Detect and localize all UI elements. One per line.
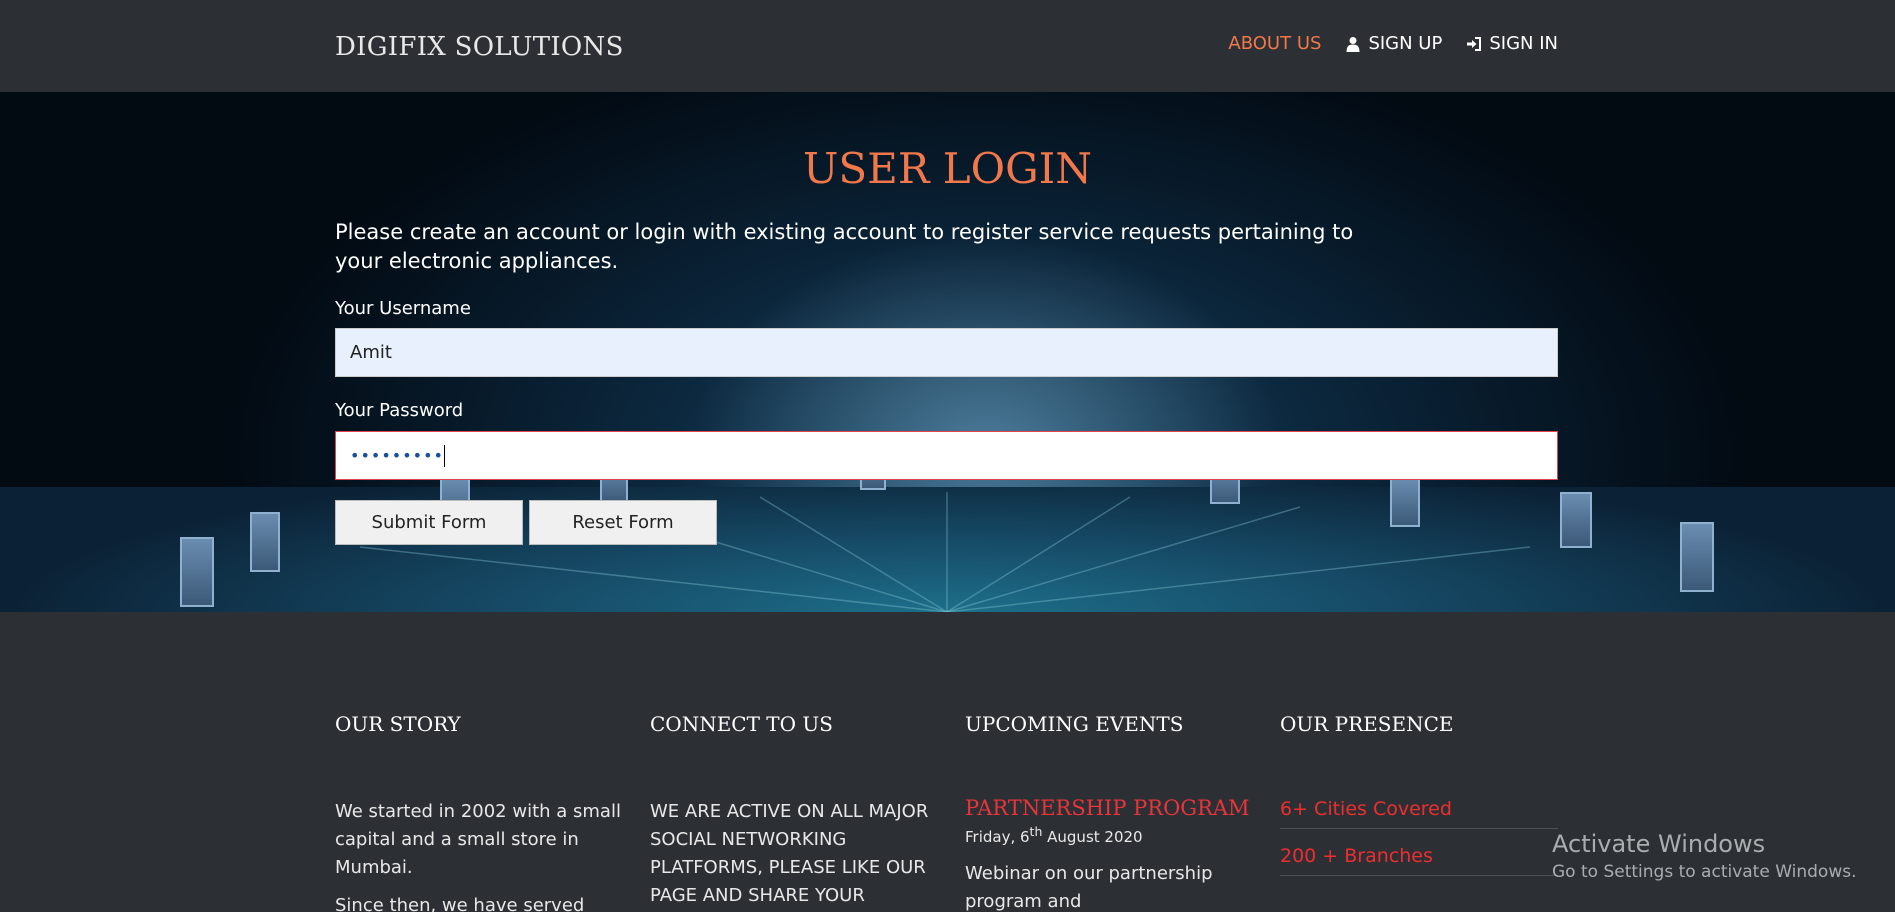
user-icon	[1346, 36, 1360, 52]
monitor-graphic	[1680, 522, 1714, 592]
hero-banner: USER LOGIN Please create an account or l…	[0, 92, 1895, 612]
event-date-month-year: August 2020	[1042, 828, 1143, 846]
monitor-graphic	[1560, 492, 1592, 548]
connect-text: WE ARE ACTIVE ON ALL MAJOR SOCIAL NETWOR…	[650, 801, 929, 906]
nav-sign-in-label: SIGN IN	[1489, 33, 1558, 54]
story-text: We started in 2002 with a small capital …	[335, 801, 621, 878]
password-input[interactable]: •••••••••	[335, 431, 1558, 480]
footer-connect: CONNECT TO US WE ARE ACTIVE ON ALL MAJOR…	[650, 712, 940, 910]
text-caret	[443, 444, 445, 467]
username-label: Your Username	[335, 298, 471, 319]
presence-item[interactable]: 200 + Branches	[1280, 837, 1558, 876]
footer-heading: UPCOMING EVENTS	[965, 712, 1184, 736]
event-title[interactable]: PARTNERSHIP PROGRAM	[965, 796, 1255, 820]
footer-heading: OUR STORY	[335, 712, 461, 736]
nav-links: ABOUT US SIGN UP SIGN IN	[1228, 33, 1558, 54]
monitor-graphic	[1390, 477, 1420, 527]
presence-item[interactable]: 6+ Cities Covered	[1280, 790, 1558, 829]
hero-network-lines	[359, 492, 1531, 612]
submit-button[interactable]: Submit Form	[335, 500, 523, 545]
nav-sign-up-link[interactable]: SIGN UP	[1345, 33, 1442, 54]
navbar: DIGIFIX SOLUTIONS ABOUT US SIGN UP SIGN …	[0, 0, 1895, 92]
event-description: Webinar on our partnership program and	[965, 863, 1213, 912]
watermark-subtitle: Go to Settings to activate Windows.	[1552, 862, 1857, 882]
reset-button[interactable]: Reset Form	[529, 500, 717, 545]
nav-sign-in-link[interactable]: SIGN IN	[1466, 33, 1558, 54]
password-value: •••••••••	[350, 446, 444, 465]
footer-events: UPCOMING EVENTS PARTNERSHIP PROGRAM Frid…	[965, 712, 1255, 912]
monitor-graphic	[250, 512, 280, 572]
event-date-ordinal: th	[1029, 824, 1043, 839]
windows-activation-watermark: Activate Windows Go to Settings to activ…	[1552, 830, 1857, 882]
footer-presence: OUR PRESENCE 6+ Cities Covered 200 + Bra…	[1280, 712, 1570, 876]
page-title: USER LOGIN	[802, 144, 1093, 193]
footer-our-story: OUR STORY We started in 2002 with a smal…	[335, 712, 625, 912]
username-value: Amit	[350, 342, 392, 363]
event-date: Friday, 6th August 2020	[965, 824, 1255, 846]
footer-heading: OUR PRESENCE	[1280, 712, 1454, 736]
username-input[interactable]: Amit	[335, 328, 1558, 377]
nav-about-us-label: ABOUT US	[1228, 33, 1322, 54]
brand-logo[interactable]: DIGIFIX SOLUTIONS	[335, 32, 624, 62]
story-text-continued: Since then, we have served	[335, 895, 585, 912]
nav-sign-up-label: SIGN UP	[1368, 33, 1443, 54]
password-label: Your Password	[335, 400, 464, 421]
sign-in-icon	[1467, 36, 1482, 51]
event-date-day: Friday, 6	[965, 828, 1030, 846]
nav-about-us-link[interactable]: ABOUT US	[1228, 33, 1321, 54]
footer-heading: CONNECT TO US	[650, 712, 833, 736]
monitor-graphic	[180, 537, 214, 607]
watermark-title: Activate Windows	[1552, 830, 1766, 858]
intro-text: Please create an account or login with e…	[335, 220, 1354, 273]
